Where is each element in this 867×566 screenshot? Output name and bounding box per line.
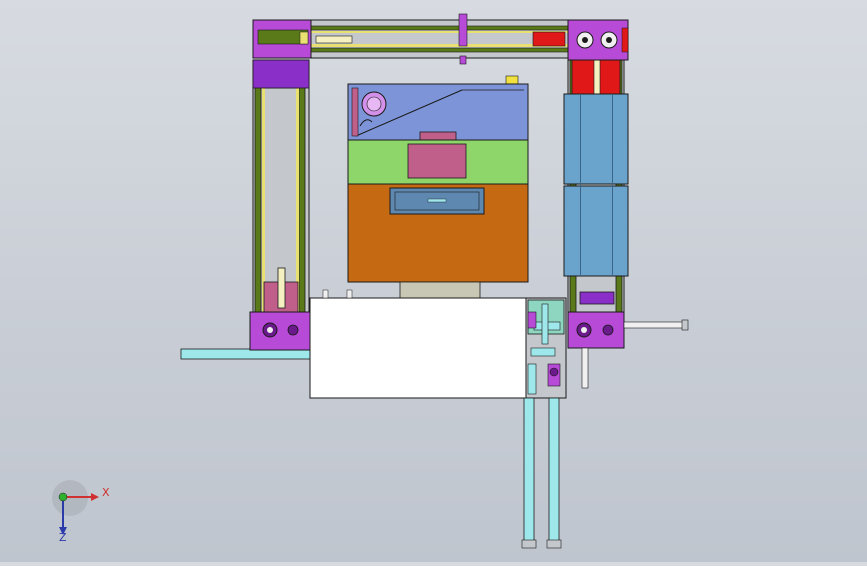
z-axis-label: Z [59, 531, 67, 544]
axis-triad [52, 480, 99, 535]
x-axis-label: X [102, 486, 110, 499]
center-body [347, 75, 529, 301]
assembly-drawing [52, 13, 689, 549]
bottom-left-base [180, 311, 313, 360]
cad-viewport[interactable]: X Z [0, 0, 867, 562]
white-plate [309, 289, 529, 399]
right-column [563, 19, 629, 321]
bottom-right-base [567, 311, 689, 389]
left-column [252, 59, 310, 323]
gripper-assembly [521, 297, 567, 549]
